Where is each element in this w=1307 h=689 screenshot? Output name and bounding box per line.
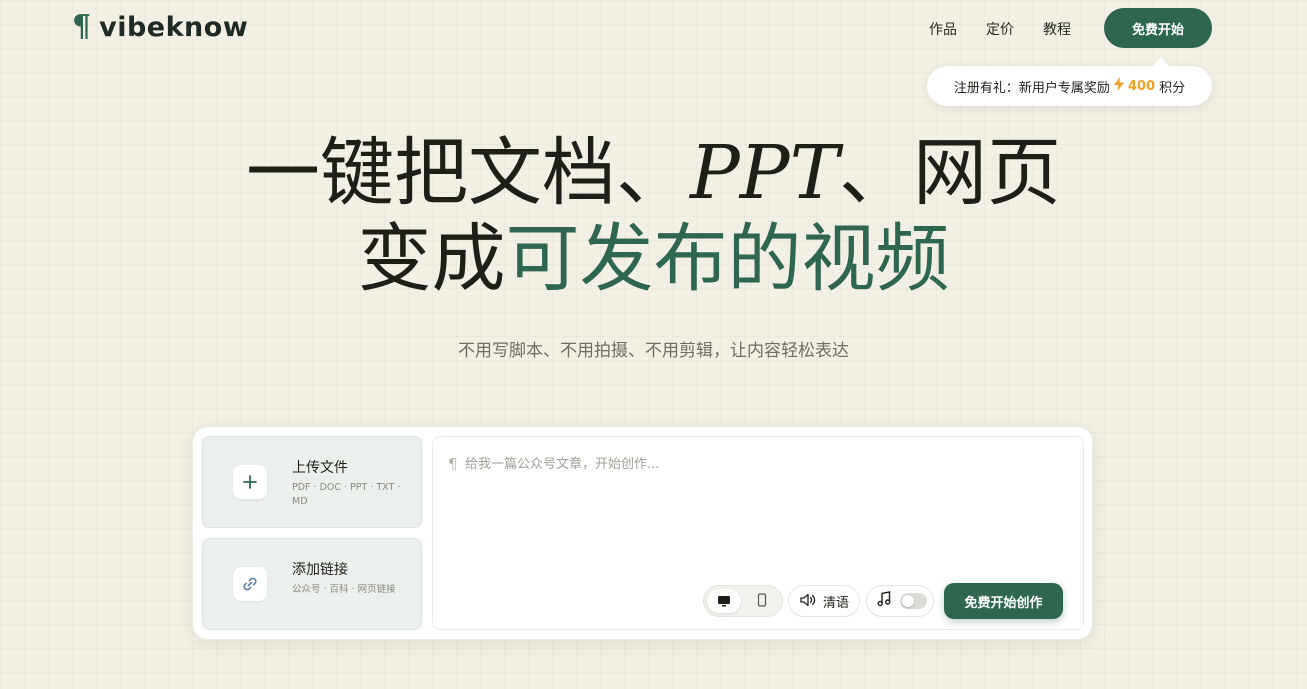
nav-item-works[interactable]: 作品	[929, 19, 957, 39]
signup-promo-bubble: 注册有礼：新用户专属奖励 400 积分	[927, 66, 1212, 106]
free-start-button[interactable]: 免费开始	[1104, 8, 1212, 48]
promo-points: 400	[1127, 78, 1156, 94]
music-toggle[interactable]	[900, 593, 927, 609]
hero-line1-ppt: PPT	[690, 130, 839, 216]
monitor-icon	[717, 592, 731, 611]
hero-line2-dark: 变成	[357, 216, 506, 302]
orientation-toggle	[703, 585, 783, 617]
start-creating-button[interactable]: 免费开始创作	[944, 583, 1063, 619]
link-icon	[233, 567, 267, 601]
hero-title-line-1: 一键把文档、PPT、网页	[0, 136, 1307, 210]
plus-icon	[233, 465, 267, 499]
music-toggle-knob	[902, 595, 914, 607]
music-control	[866, 585, 934, 617]
speaker-icon	[800, 592, 817, 611]
header: ¶ vibeknow 作品 定价 教程 免费开始	[0, 0, 1307, 58]
nav-item-pricing[interactable]: 定价	[986, 19, 1014, 39]
hero-line2-highlight: 可发布的视频	[505, 216, 950, 302]
promo-unit: 积分	[1159, 80, 1186, 96]
nav-item-tutorials[interactable]: 教程	[1043, 19, 1071, 39]
upload-card-formats: PDF · DOC · PPT · TXT · MD	[292, 482, 401, 507]
logo[interactable]: ¶ vibeknow	[72, 12, 248, 42]
upload-card-title: 上传文件	[292, 460, 348, 476]
prompt-area: ¶ 清语	[432, 436, 1084, 630]
logo-text: vibeknow	[99, 11, 249, 43]
link-card-title: 添加链接	[292, 562, 348, 578]
hero-line1-a: 一键把文档、	[246, 130, 691, 216]
pilcrow-icon: ¶	[448, 455, 458, 473]
hero-title-line-2: 变成可发布的视频	[0, 222, 1307, 296]
phone-icon	[757, 592, 767, 611]
voice-selector[interactable]: 清语	[788, 585, 860, 617]
creation-panel: 上传文件 PDF · DOC · PPT · TXT · MD 添加链接 公众号…	[192, 426, 1093, 640]
portrait-button[interactable]	[745, 589, 779, 613]
logo-mark: ¶	[72, 9, 92, 44]
add-link-card[interactable]: 添加链接 公众号 · 百科 · 网页链接	[202, 538, 422, 630]
landscape-button[interactable]	[707, 589, 741, 613]
bolt-icon	[1113, 77, 1124, 95]
promo-text: 注册有礼：新用户专属奖励	[953, 80, 1110, 96]
hero-line1-b: 、网页	[838, 130, 1061, 216]
prompt-input[interactable]	[465, 453, 1025, 475]
music-note-icon	[877, 591, 891, 611]
upload-file-card[interactable]: 上传文件 PDF · DOC · PPT · TXT · MD	[202, 436, 422, 528]
hero-subtitle: 不用写脚本、不用拍摄、不用剪辑，让内容轻松表达	[458, 341, 849, 361]
link-card-sources: 公众号 · 百科 · 网页链接	[292, 584, 396, 595]
voice-label: 清语	[823, 595, 850, 611]
